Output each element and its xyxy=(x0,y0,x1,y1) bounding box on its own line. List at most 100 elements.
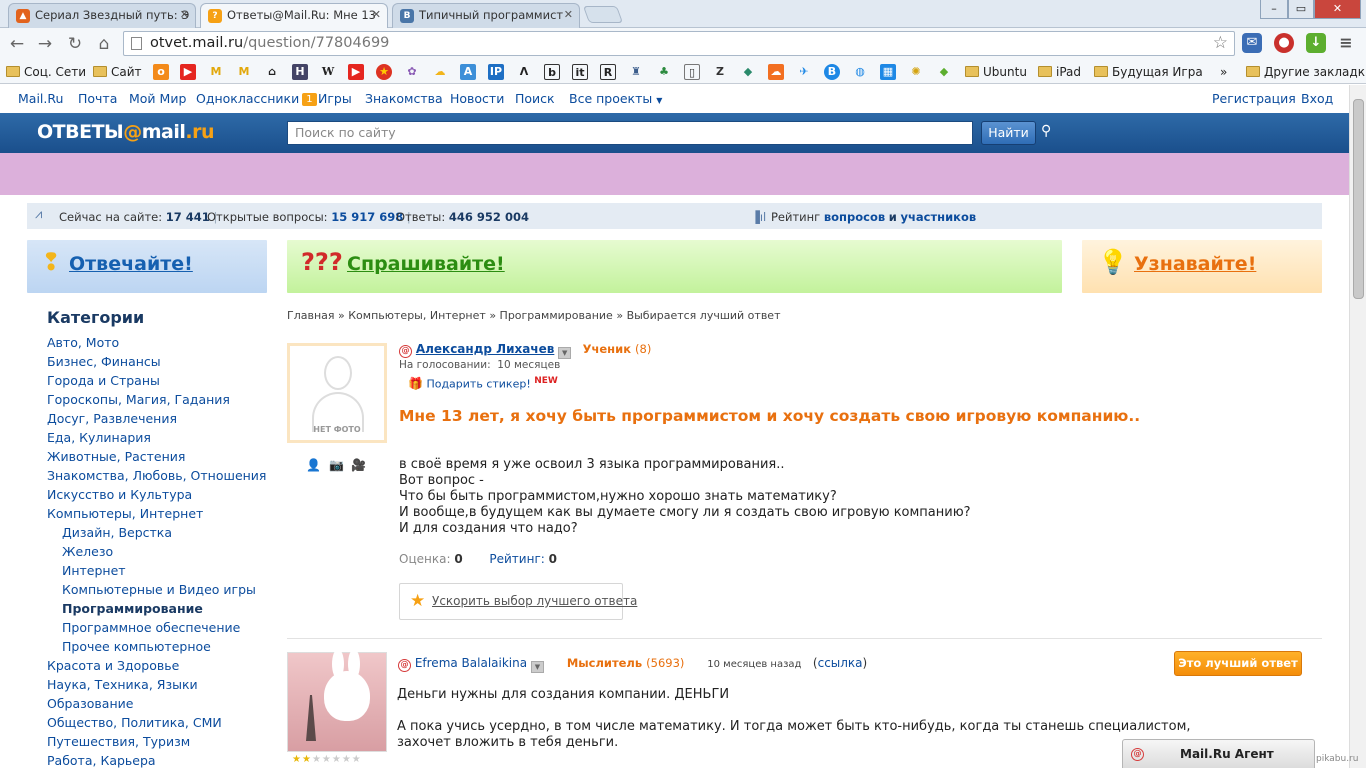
weather-bookmark-icon[interactable]: ☁ xyxy=(432,64,448,80)
maximize-button[interactable]: ▭ xyxy=(1288,0,1314,19)
close-tab-icon[interactable]: ✕ xyxy=(180,4,189,26)
close-window-button[interactable]: ✕ xyxy=(1314,0,1361,19)
nav-odnoklassniki[interactable]: Одноклассники 1 xyxy=(196,91,317,106)
tab-programmer[interactable]: В Типичный программист ✕ xyxy=(392,3,580,28)
odnoklassniki-bookmark-icon[interactable]: о xyxy=(153,64,169,80)
soundcloud-bookmark-icon[interactable]: ☁ xyxy=(768,64,784,80)
nav-pochta[interactable]: Почта xyxy=(78,91,117,106)
rating-link[interactable]: Рейтинг: xyxy=(489,552,544,566)
category-link[interactable]: Работа, Карьера xyxy=(47,751,277,770)
subcategory-link[interactable]: Прочее компьютерное xyxy=(47,637,277,656)
ip-bookmark-icon[interactable]: IP xyxy=(488,64,504,80)
menu-wrench-icon[interactable]: ≡ xyxy=(1336,33,1356,53)
doc-bookmark-icon[interactable]: ▯ xyxy=(684,64,700,80)
bookmark-folder-ipad[interactable]: iPad xyxy=(1038,63,1081,81)
learn-block-link[interactable]: Узнавайте! xyxy=(1134,253,1256,275)
category-link[interactable]: Гороскопы, Магия, Гадания xyxy=(47,390,277,409)
habr-bookmark-icon[interactable]: H xyxy=(292,64,308,80)
close-tab-icon[interactable]: ✕ xyxy=(564,4,573,26)
answer-author-link[interactable]: Efrema Balalaikina xyxy=(415,656,527,670)
search-input[interactable]: Поиск по сайту xyxy=(287,121,973,145)
bookmark-folder-site[interactable]: Сайт xyxy=(93,63,142,81)
register-link[interactable]: Регистрация xyxy=(1212,91,1296,106)
breadcrumb-category[interactable]: Компьютеры, Интернет xyxy=(348,309,486,322)
new-tab-button[interactable] xyxy=(582,6,624,23)
forward-icon[interactable]: → xyxy=(34,33,56,55)
mail-extension-icon[interactable]: ✉ xyxy=(1242,33,1262,53)
breadcrumb-home[interactable]: Главная xyxy=(287,309,335,322)
bookmark-folder-social[interactable]: Соц. Сети xyxy=(6,63,86,81)
category-link[interactable]: Знакомства, Любовь, Отношения xyxy=(47,466,277,485)
bookmark-folder-game[interactable]: Будущая Игра xyxy=(1094,63,1203,81)
bookmark-folder-ubuntu[interactable]: Ubuntu xyxy=(965,63,1027,81)
bookmark-star-icon[interactable]: ☆ xyxy=(1213,32,1228,55)
bucket-bookmark-icon[interactable]: ♜ xyxy=(628,64,644,80)
r-bookmark-icon[interactable]: R xyxy=(600,64,616,80)
ask-block-link[interactable]: Спрашивайте! xyxy=(347,253,505,275)
bookmark-folder-other[interactable]: Другие закладки xyxy=(1246,63,1366,81)
category-link[interactable]: Еда, Кулинария xyxy=(47,428,277,447)
category-link[interactable]: Образование xyxy=(47,694,277,713)
home-icon[interactable]: ⌂ xyxy=(93,33,115,55)
question-author-link[interactable]: Александр Лихачев xyxy=(416,342,555,356)
it-bookmark-icon[interactable]: it xyxy=(572,64,588,80)
category-link[interactable]: Наука, Техника, Языки xyxy=(47,675,277,694)
nav-moy-mir[interactable]: Мой Мир xyxy=(129,91,186,106)
login-link[interactable]: Вход xyxy=(1301,91,1333,106)
nav-igry[interactable]: Игры xyxy=(318,91,352,106)
subcategory-link[interactable]: Дизайн, Верстка xyxy=(47,523,277,542)
nav-novosti[interactable]: Новости xyxy=(450,91,504,106)
category-link[interactable]: Авто, Мото xyxy=(47,333,277,352)
answer-block-link[interactable]: Отвечайте! xyxy=(69,253,193,275)
nav-all-projects[interactable]: Все проекты ▼ xyxy=(569,91,662,106)
download-extension-icon[interactable]: ↓ xyxy=(1306,33,1326,53)
category-link[interactable]: Красота и Здоровье xyxy=(47,656,277,675)
globe-bookmark-icon[interactable]: ◍ xyxy=(852,64,868,80)
add-friend-icon[interactable]: 👤 xyxy=(306,458,322,472)
bee-bookmark-icon[interactable]: ✺ xyxy=(908,64,924,80)
subcategory-link[interactable]: Интернет xyxy=(47,561,277,580)
category-link[interactable]: Животные, Растения xyxy=(47,447,277,466)
nav-mailru[interactable]: Mail.Ru xyxy=(18,91,63,106)
b-circle-bookmark-icon[interactable]: B xyxy=(824,64,840,80)
scrollbar-thumb[interactable] xyxy=(1353,99,1364,299)
mailru-agent-widget[interactable]: @ Mail.Ru Агент xyxy=(1122,739,1315,768)
address-bar[interactable]: otvet.mail.ru/question/77804699 ☆ xyxy=(123,31,1235,56)
house-bookmark-icon[interactable]: ⌂ xyxy=(264,64,280,80)
category-link[interactable]: Общество, Политика, СМИ xyxy=(47,713,277,732)
adblock-extension-icon[interactable]: ● xyxy=(1274,33,1294,53)
gmail-bookmark-icon-2[interactable]: M xyxy=(236,64,252,80)
rating-users-link[interactable]: участников xyxy=(901,210,977,224)
youtube-bookmark-icon[interactable]: ▶ xyxy=(180,64,196,80)
reload-icon[interactable]: ↻ xyxy=(64,33,86,55)
tab-otvety[interactable]: ? Ответы@Mail.Ru: Мне 13 ✕ xyxy=(200,3,388,29)
learn-block[interactable]: 💡 Узнавайте! xyxy=(1082,240,1322,293)
category-link[interactable]: Искусство и Культура xyxy=(47,485,277,504)
answer-author-avatar[interactable] xyxy=(287,649,387,752)
youtube-bookmark-icon-2[interactable]: ▶ xyxy=(348,64,364,80)
translate-bookmark-icon[interactable]: A xyxy=(460,64,476,80)
lambda-bookmark-icon[interactable]: Λ xyxy=(516,64,532,80)
bug-bookmark-icon[interactable]: ✿ xyxy=(404,64,420,80)
search-button[interactable]: Найти xyxy=(981,121,1036,145)
plane-bookmark-icon[interactable]: ✈ xyxy=(796,64,812,80)
wikipedia-bookmark-icon[interactable]: W xyxy=(320,64,336,80)
category-link[interactable]: Досуг, Развлечения xyxy=(47,409,277,428)
page-scrollbar[interactable] xyxy=(1349,85,1366,768)
green-cube-bookmark-icon[interactable]: ◆ xyxy=(936,64,952,80)
question-author-avatar[interactable]: НЕТ ФОТО xyxy=(287,343,387,443)
gmail-bookmark-icon[interactable]: M xyxy=(208,64,224,80)
close-tab-icon[interactable]: ✕ xyxy=(372,4,381,26)
tree-bookmark-icon[interactable]: ♣ xyxy=(656,64,672,80)
answer-permalink[interactable]: ссылка xyxy=(818,656,863,670)
photo-icon[interactable]: 📷 xyxy=(329,458,345,472)
open-questions-link[interactable]: 15 917 698 xyxy=(331,210,403,224)
subcategory-link[interactable]: Железо xyxy=(47,542,277,561)
video-icon[interactable]: 🎥 xyxy=(351,458,367,472)
gift-sticker-link[interactable]: 🎁 Подарить стикер! NEW xyxy=(408,376,558,391)
nav-znakomstva[interactable]: Знакомства xyxy=(365,91,443,106)
rating-questions-link[interactable]: вопросов xyxy=(824,210,885,224)
advanced-search-icon[interactable]: ⚲ xyxy=(1041,123,1051,139)
user-menu-dropdown-icon[interactable]: ▼ xyxy=(558,347,572,359)
b-bookmark-icon[interactable]: b xyxy=(544,64,560,80)
